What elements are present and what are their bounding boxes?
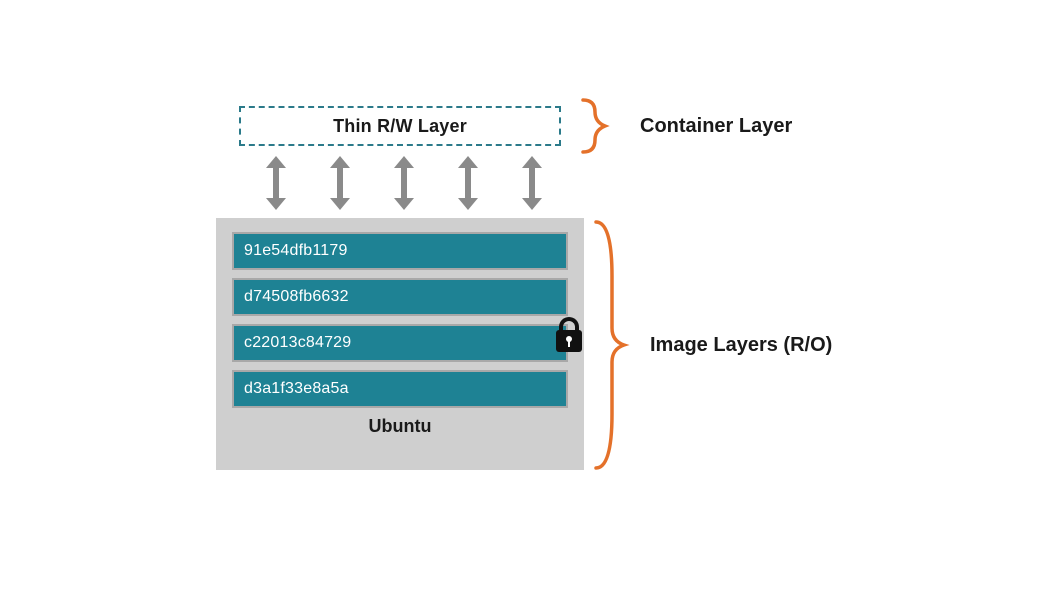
bidirectional-arrows: [264, 153, 544, 213]
double-arrow-icon: [520, 156, 544, 210]
label-image-layers: Image Layers (R/O): [650, 334, 832, 357]
double-arrow-icon: [264, 156, 288, 210]
double-arrow-icon: [328, 156, 352, 210]
label-container-layer: Container Layer: [640, 115, 792, 138]
image-layer-bar: d74508fb6632: [232, 278, 568, 316]
brace-image-layers: [590, 216, 640, 474]
rw-layer-box: Thin R/W Layer: [239, 106, 561, 146]
image-caption: Ubuntu: [232, 416, 568, 437]
brace-container-layer: [575, 96, 625, 156]
image-layer-bar: 91e54dfb1179: [232, 232, 568, 270]
diagram-stage: Thin R/W Layer Container Layer 91e54dfb1…: [0, 0, 1050, 590]
lock-icon: [556, 317, 582, 353]
rw-layer-label: Thin R/W Layer: [333, 116, 467, 137]
image-block: 91e54dfb1179 d74508fb6632 c22013c84729 d…: [216, 218, 584, 470]
layer-id: d3a1f33e8a5a: [244, 380, 349, 398]
image-layer-bar: d3a1f33e8a5a: [232, 370, 568, 408]
double-arrow-icon: [392, 156, 416, 210]
layer-id: d74508fb6632: [244, 288, 349, 306]
image-layer-bar: c22013c84729: [232, 324, 568, 362]
double-arrow-icon: [456, 156, 480, 210]
layer-id: c22013c84729: [244, 334, 351, 352]
layer-id: 91e54dfb1179: [244, 242, 348, 260]
